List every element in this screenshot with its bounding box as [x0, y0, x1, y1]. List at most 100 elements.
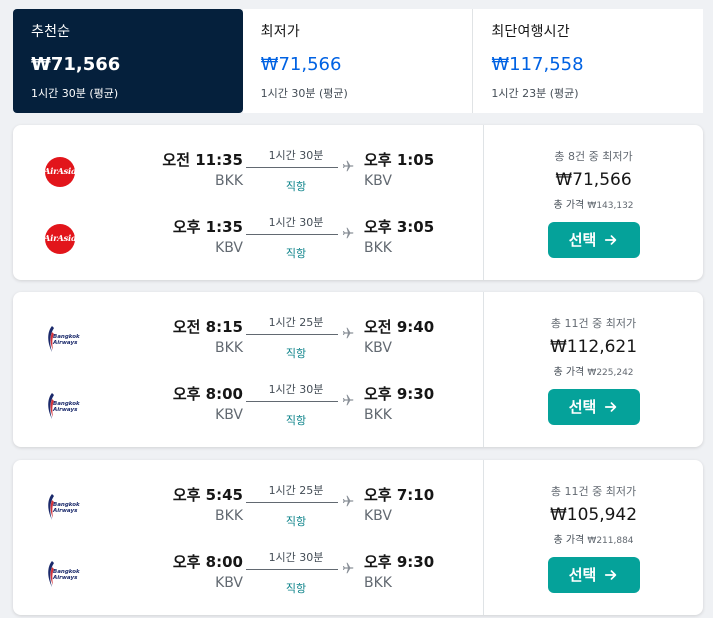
cheapest-count-label: 총 11건 중 최저가 [550, 484, 637, 498]
stops-label: 직항 [285, 515, 307, 528]
stops-label: 직항 [285, 414, 307, 427]
arrival-time: 오후 1:05 [364, 151, 435, 169]
total-price: 총 가격 ₩225,242 [553, 363, 633, 378]
itinerary-legs: Bangkok Airways 오후 5:45 BKK 1시간 25분 직항 오… [13, 460, 483, 615]
departure-time: 오후 1:35 [172, 218, 243, 236]
plane-icon [342, 394, 354, 406]
flight-path: 1시간 30분 직항 [246, 547, 354, 607]
itinerary-legs: Bangkok Airways 오전 8:15 BKK 1시간 25분 직항 오… [13, 292, 483, 447]
bangkok-airways-logo-icon: Bangkok Airways [43, 389, 80, 423]
airline-logo-text: Bangkok Airways [53, 334, 80, 346]
tab-label: 최단여행시간 [491, 24, 570, 40]
outbound-leg: AirAsia 오전 11:35 BKK 1시간 30분 직항 오후 1:05 … [13, 145, 483, 205]
stops-label: 직항 [285, 247, 307, 260]
airline-logo-text: AirAsia [44, 157, 76, 187]
arrow-right-icon [605, 401, 617, 412]
tab-duration: 1시간 23분 (평균) [491, 87, 579, 100]
select-button[interactable]: 선택 [547, 388, 640, 425]
airline-logo-text: Bangkok Airways [53, 401, 80, 413]
plane-icon [342, 327, 354, 339]
flight-path: 1시간 30분 직항 [246, 379, 354, 439]
arrival-airport: KBV [364, 508, 392, 524]
result-card[interactable]: AirAsia 오전 11:35 BKK 1시간 30분 직항 오후 1:05 … [13, 125, 703, 280]
total-price-value: ₩211,884 [587, 535, 634, 546]
total-price-value: ₩143,132 [587, 200, 634, 211]
select-button-label: 선택 [568, 567, 597, 584]
tab-duration: 1시간 30분 (평균) [260, 87, 348, 100]
total-price-label: 총 가격 [553, 366, 585, 378]
departure-airport: BKK [215, 173, 243, 189]
select-button[interactable]: 선택 [547, 556, 640, 593]
flight-path: 1시간 30분 직항 [246, 212, 354, 272]
return-leg: Bangkok Airways 오후 8:00 KBV 1시간 30분 직항 오… [13, 379, 483, 439]
airasia-logo-icon: AirAsia [43, 155, 77, 189]
tab-label: 추천순 [31, 24, 71, 40]
arrival-airport: KBV [364, 173, 392, 189]
arrival-airport: KBV [364, 340, 392, 356]
bangkok-airways-logo-icon: Bangkok Airways [43, 557, 80, 591]
total-price-label: 총 가격 [553, 534, 585, 546]
tab-duration: 1시간 30분 (평균) [31, 87, 119, 100]
airline-logo-text: Bangkok Airways [53, 502, 80, 514]
price-value: ₩105,942 [549, 504, 638, 525]
result-card[interactable]: Bangkok Airways 오전 8:15 BKK 1시간 25분 직항 오… [13, 292, 703, 447]
airline-logo-text: Bangkok Airways [53, 569, 80, 581]
stops-label: 직항 [285, 180, 307, 193]
plane-icon [342, 495, 354, 507]
arrow-right-icon [605, 234, 617, 245]
tab-price: ₩117,558 [491, 54, 584, 75]
price-value: ₩71,566 [555, 169, 632, 190]
stops-label: 직항 [285, 347, 307, 360]
departure-airport: KBV [215, 240, 243, 256]
arrival-airport: BKK [364, 407, 392, 423]
flight-duration: 1시간 30분 [268, 551, 324, 564]
tab-recommended[interactable]: 추천순 ₩71,566 1시간 30분 (평균) [13, 9, 243, 113]
total-price: 총 가격 ₩143,132 [553, 196, 633, 211]
route-line [246, 334, 338, 335]
bangkok-airways-logo-icon: Bangkok Airways [43, 322, 80, 356]
tab-price: ₩71,566 [260, 54, 342, 75]
airline-logo-text: AirAsia [44, 224, 76, 254]
itinerary-legs: AirAsia 오전 11:35 BKK 1시간 30분 직항 오후 1:05 … [13, 125, 483, 280]
result-card[interactable]: Bangkok Airways 오후 5:45 BKK 1시간 25분 직항 오… [13, 460, 703, 615]
plane-icon [342, 227, 354, 239]
departure-airport: BKK [215, 508, 243, 524]
route-line [246, 401, 338, 402]
price-panel: 총 11건 중 최저가 ₩105,942 총 가격 ₩211,884 선택 [483, 460, 703, 615]
arrival-time: 오전 9:40 [364, 318, 435, 336]
flight-duration: 1시간 25분 [268, 484, 324, 497]
tab-label: 최저가 [260, 24, 300, 40]
tab-cheapest[interactable]: 최저가 ₩71,566 1시간 30분 (평균) [242, 9, 473, 113]
cheapest-count-label: 총 11건 중 최저가 [550, 316, 637, 330]
departure-time: 오전 11:35 [162, 151, 243, 169]
total-price-label: 총 가격 [553, 199, 585, 211]
arrival-time: 오후 9:30 [364, 385, 435, 403]
flight-duration: 1시간 30분 [268, 383, 324, 396]
route-line [246, 167, 338, 168]
departure-airport: KBV [215, 575, 243, 591]
plane-icon [342, 160, 354, 172]
arrival-time: 오후 3:05 [364, 218, 435, 236]
flight-path: 1시간 30분 직항 [246, 145, 354, 205]
return-leg: AirAsia 오후 1:35 KBV 1시간 30분 직항 오후 3:05 B… [13, 212, 483, 272]
departure-airport: BKK [215, 340, 243, 356]
departure-airport: KBV [215, 407, 243, 423]
outbound-leg: Bangkok Airways 오전 8:15 BKK 1시간 25분 직항 오… [13, 312, 483, 372]
select-button[interactable]: 선택 [547, 221, 640, 258]
tab-fastest[interactable]: 최단여행시간 ₩117,558 1시간 23분 (평균) [472, 9, 704, 113]
departure-time: 오후 8:00 [172, 553, 243, 571]
departure-time: 오후 8:00 [172, 385, 243, 403]
return-leg: Bangkok Airways 오후 8:00 KBV 1시간 30분 직항 오… [13, 547, 483, 607]
flight-duration: 1시간 30분 [268, 149, 324, 162]
departure-time: 오전 8:15 [172, 318, 243, 336]
select-button-label: 선택 [568, 232, 597, 249]
route-line [246, 502, 338, 503]
select-button-label: 선택 [568, 399, 597, 416]
price-panel: 총 11건 중 최저가 ₩112,621 총 가격 ₩225,242 선택 [483, 292, 703, 447]
flight-duration: 1시간 30분 [268, 216, 324, 229]
route-line [246, 569, 338, 570]
arrival-time: 오후 9:30 [364, 553, 435, 571]
price-value: ₩112,621 [549, 336, 638, 357]
arrow-right-icon [605, 569, 617, 580]
arrival-airport: BKK [364, 575, 392, 591]
